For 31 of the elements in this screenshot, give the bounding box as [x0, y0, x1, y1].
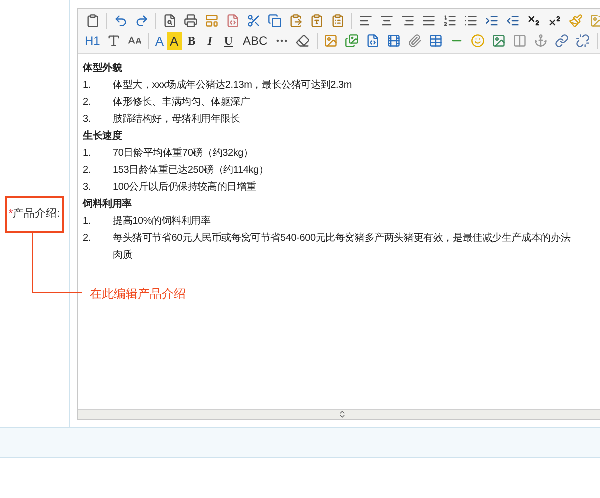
list-item-text: 提高10%的饲料利用率 — [113, 214, 211, 229]
highlight-button[interactable]: A — [167, 32, 182, 50]
field-label: *产品介绍: — [4, 196, 64, 233]
list-item-text: 体型大，xxx场成年公猪达2.13m，最长公猪可达到2.3m — [113, 78, 352, 93]
list-number: 2. — [83, 96, 92, 110]
list-item-text: 100公斤以后仍保持较高的日增重 — [113, 180, 256, 195]
list-item-text: 肉质 — [113, 248, 134, 263]
bold-button[interactable]: B — [182, 32, 202, 50]
list-number: 3. — [83, 181, 92, 195]
list-number: 1. — [83, 215, 92, 229]
list-item-text: 每头猪可节省60元人民币或每窝可节省540-600元比每窝猪多产两头猪更有效，是最佳减少生产成本的办法 — [113, 232, 571, 246]
strikethrough-button[interactable]: ABC — [239, 32, 272, 50]
italic-button[interactable]: I — [202, 32, 218, 50]
list-item-text: 体形修长、丰满均匀、体躯深广 — [113, 96, 250, 110]
list-item-text: 70日龄平均体重70磅（约32kg） — [113, 146, 254, 161]
list-item-text: 肢蹄结构好，母猪利用年限长 — [113, 112, 240, 127]
heading-button[interactable]: H1 — [82, 32, 104, 50]
list-number: 1. — [83, 79, 92, 93]
list-number: 3. — [83, 113, 92, 127]
section-heading: 体型外貌 — [83, 62, 124, 76]
list-number: 2. — [83, 232, 92, 246]
list-item-text: 153日龄体重已达250磅（约114kg） — [113, 164, 269, 178]
section-heading: 生长速度 — [83, 129, 124, 144]
callout-text: 在此编辑产品介绍 — [90, 286, 186, 303]
list-number: 1. — [83, 147, 92, 161]
callout-line — [32, 232, 82, 293]
list-number: 2. — [83, 164, 92, 178]
underline-button[interactable]: U — [218, 32, 240, 50]
resize-handle-icon[interactable] — [338, 410, 346, 419]
section-heading: 饲料利用率 — [83, 197, 134, 212]
font-color-button[interactable]: A — [152, 32, 168, 50]
